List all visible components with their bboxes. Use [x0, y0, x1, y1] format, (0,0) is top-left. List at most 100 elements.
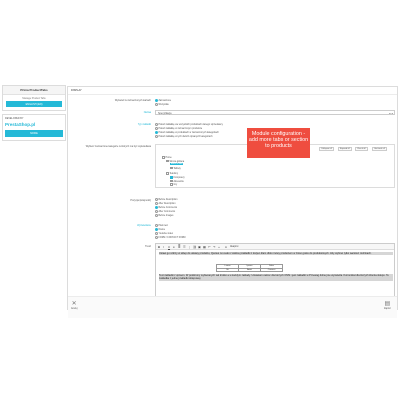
- format-select[interactable]: Akapit ▾: [230, 245, 239, 248]
- tree-node[interactable]: Gry: [170, 183, 177, 186]
- undo-icon[interactable]: ↶: [208, 245, 210, 249]
- display-option-2[interactable]: Pokaż zakładkę w zaznaczonym produkcie: [155, 127, 202, 130]
- link-icon[interactable]: ⛓: [193, 245, 197, 249]
- underline-icon[interactable]: U: [168, 245, 170, 249]
- name-value: Specyfikacja: [158, 111, 172, 115]
- language-select[interactable]: en ▾: [389, 112, 393, 115]
- form-footer: ✕ Anuluj ▤ Zapisz: [68, 296, 397, 318]
- list-icon[interactable]: ☰: [183, 245, 186, 249]
- title-divider: [68, 94, 397, 95]
- table-icon[interactable]: ▦: [203, 245, 206, 249]
- active-option-selected[interactable]: Zaznaczone: [155, 99, 171, 102]
- italic-icon[interactable]: I: [163, 245, 164, 249]
- align-center-icon[interactable]: ≣: [178, 245, 180, 249]
- option-label: After Description: [158, 202, 176, 205]
- language-button[interactable]: ENGLISH (EN): [6, 101, 62, 107]
- radio-icon: [155, 232, 158, 235]
- module-info-card: Prima ProductTabs Manage Product Tabs EN…: [2, 85, 66, 111]
- option-label: Pokaż zakładkę we wszystkich produktach …: [158, 123, 223, 126]
- type-option-3[interactable]: Youtube video: [155, 232, 173, 235]
- radio-icon: [155, 135, 158, 138]
- position-option-3[interactable]: Before Comments: [155, 206, 177, 209]
- radio-icon: [155, 210, 158, 213]
- editor-paragraph-1: Ustaw go szkrzy w sklep do ustawy produk…: [159, 252, 393, 256]
- tree-node[interactable]: Strona główna: [166, 159, 184, 162]
- option-label: Zaznaczone: [158, 99, 172, 102]
- numbered-list-icon[interactable]: ⋮: [188, 245, 191, 249]
- tree-node[interactable]: Akcesoria: [170, 179, 184, 182]
- position-label: Pozycja (kolejność): [130, 199, 151, 202]
- checkbox-icon: [166, 172, 169, 175]
- display-option-4[interactable]: Pokaż zakładkę w tych dwóch opisanych ka…: [155, 135, 213, 138]
- color-icon[interactable]: A: [225, 245, 227, 249]
- bold-icon[interactable]: B: [158, 245, 160, 249]
- option-label: Pokaż zakładkę w produktach w zaznaczony…: [158, 131, 219, 134]
- display-option-3[interactable]: Pokaż zakładkę w produktach w zaznaczony…: [155, 131, 219, 134]
- content-label: Treść: [145, 245, 151, 248]
- checkbox-icon: [166, 159, 169, 162]
- option-label: FORM / CONTACT FORM: [158, 236, 186, 239]
- type-option-2[interactable]: Iframe: [155, 228, 165, 231]
- radio-icon: [155, 228, 158, 231]
- type-option-4[interactable]: FORM / CONTACT FORM: [155, 236, 185, 239]
- position-option-1[interactable]: Before Description: [155, 198, 177, 201]
- check-all-button[interactable]: Check all: [355, 146, 368, 151]
- checkbox-icon: [170, 166, 173, 169]
- form-title: DISPLAY: [71, 89, 82, 92]
- collapse-all-button[interactable]: Collapse all: [319, 146, 334, 151]
- checkbox-icon: [162, 156, 165, 159]
- save-icon: ▤: [384, 301, 391, 307]
- active-label: Wyświetl w zaznaczonych kartach: [114, 99, 151, 102]
- option-label: Wszystkie: [158, 103, 169, 106]
- radio-icon: [155, 127, 158, 130]
- type-option-1[interactable]: Plain text: [155, 224, 168, 227]
- image-icon[interactable]: ▣: [198, 245, 201, 249]
- position-option-4[interactable]: After Comments: [155, 210, 175, 213]
- position-option-2[interactable]: After Description: [155, 202, 175, 205]
- option-label: Plain text: [158, 224, 168, 227]
- checkbox-icon: [170, 176, 173, 179]
- tree-node-selected[interactable]: Elektronika: [170, 163, 184, 165]
- option-label: Youtube video: [158, 232, 173, 235]
- table-cell: Amet: [238, 267, 261, 273]
- option-label: Iframe: [158, 228, 166, 231]
- radio-icon: [155, 198, 158, 201]
- module-sidebar: Prima ProductTabs Manage Product Tabs EN…: [2, 85, 66, 144]
- tree-node[interactable]: Telefony: [166, 172, 178, 175]
- tree-node[interactable]: Komputery: [170, 176, 185, 179]
- brand-logo[interactable]: PrestaShop.pl: [3, 121, 65, 130]
- radio-icon: [155, 99, 158, 102]
- save-button[interactable]: ▤ Zapisz: [384, 301, 391, 310]
- editor-paragraph-2: Text zakladki z opisem. W podstrony wybi…: [159, 274, 393, 281]
- expand-all-button[interactable]: Expand all: [338, 146, 352, 151]
- name-input[interactable]: Specyfikacja en ▾: [155, 110, 395, 115]
- page: Prima ProductTabs Manage Product Tabs EN…: [0, 0, 400, 400]
- node-label: Elektronika: [171, 163, 183, 165]
- active-option-all[interactable]: Wszystkie: [155, 103, 169, 106]
- radio-icon: [155, 236, 158, 239]
- position-option-5[interactable]: Before Images: [155, 214, 173, 217]
- cancel-label: Anuluj: [71, 308, 78, 310]
- tree-node[interactable]: Tablety: [170, 166, 181, 169]
- tree-node[interactable]: Home: [162, 156, 172, 159]
- option-label: Pokaż zakładkę w tych dwóch opisanych ka…: [158, 135, 213, 138]
- display-option-1[interactable]: Pokaż zakładkę we wszystkich produktach …: [155, 123, 223, 126]
- content-editor[interactable]: B I U ≡ ≣ ☰ ⋮ ⛓ ▣ ▦ ↶ ↷ ‹› A Akapit ▾ Us…: [155, 243, 395, 303]
- name-label: Nazwa: [143, 111, 151, 114]
- more-button[interactable]: MORE: [5, 130, 63, 137]
- align-left-icon[interactable]: ≡: [173, 245, 175, 249]
- redo-icon[interactable]: ↷: [213, 245, 215, 249]
- radio-icon: [155, 202, 158, 205]
- editor-table: Lorem Ipsum Dolor Sit Amet Consect: [216, 264, 283, 273]
- code-icon[interactable]: ‹›: [218, 245, 220, 249]
- checkbox-icon: [170, 179, 173, 182]
- uncheck-all-button[interactable]: Uncheck all: [372, 146, 387, 151]
- module-title: Prima ProductTabs: [3, 86, 65, 95]
- categories-label: Wybierz zaznaczone kategorie w których m…: [85, 145, 151, 148]
- radio-icon: [155, 123, 158, 126]
- table-row: Sit Amet Consect: [216, 267, 283, 273]
- option-label: After Comments: [158, 210, 176, 213]
- node-label: Telefony: [169, 172, 179, 175]
- cancel-button[interactable]: ✕ Anuluj: [71, 301, 77, 310]
- radio-icon: [155, 103, 158, 106]
